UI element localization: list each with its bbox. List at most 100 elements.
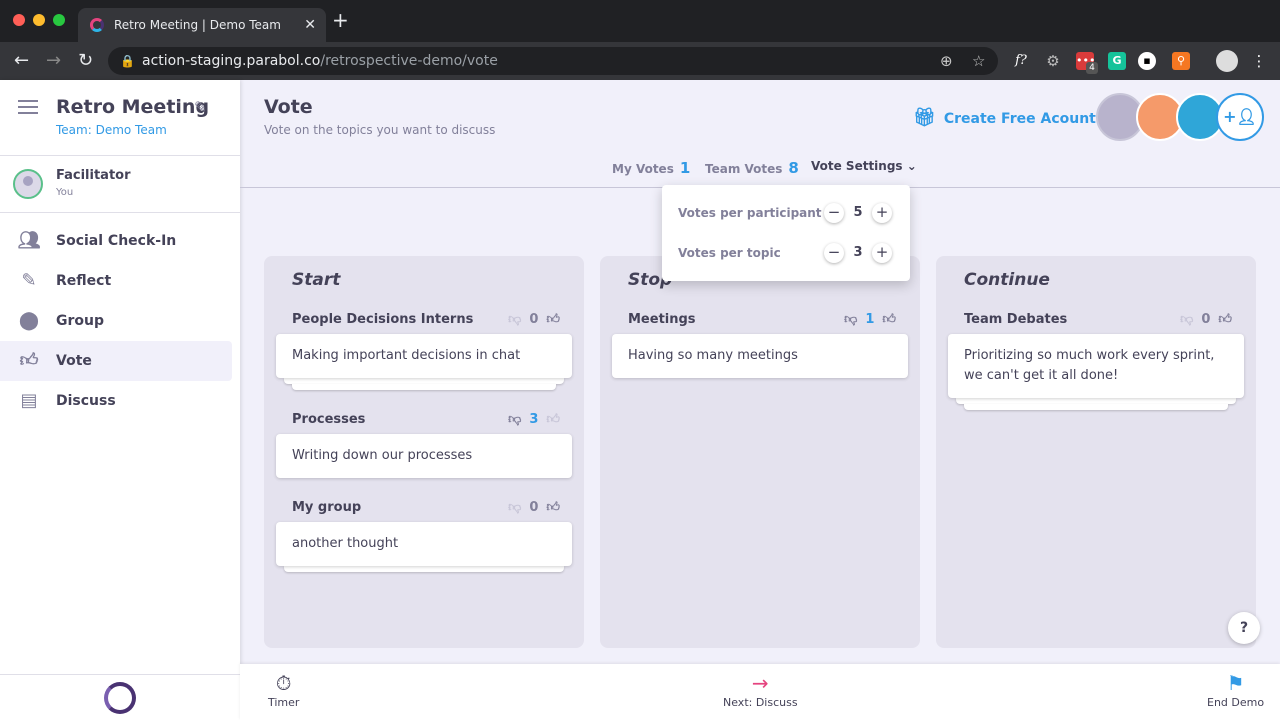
reflection-group: Team Debates 👎︎ 0 👍︎ Prioritizing so much … — [948, 306, 1244, 410]
card-text: Writing down our processes — [292, 448, 473, 463]
browser-toolbar: ← → ↻ 🔒 action-staging.parabol.co/retros… — [0, 42, 1280, 80]
close-tab-icon[interactable]: ✕ — [304, 8, 316, 42]
group-title: My group — [292, 500, 362, 515]
forward-icon[interactable]: → — [46, 50, 61, 71]
sidebar-item-label: Reflect — [56, 273, 112, 289]
thumbs-down-icon[interactable]: 👎︎ — [508, 494, 521, 522]
votes-per-topic-label: Votes per topic — [678, 246, 781, 260]
my-votes-count: 1 — [679, 159, 691, 177]
sidebar-item-label: Group — [56, 313, 105, 329]
sidebar-item-reflect[interactable]: ✎ Reflect — [0, 261, 232, 301]
vote-count: 3 — [529, 412, 539, 427]
reflection-card[interactable]: another thought — [276, 522, 572, 566]
divider — [0, 674, 240, 675]
pencil-icon: ✎ — [21, 270, 37, 291]
lock-icon: 🔒 — [120, 54, 135, 68]
close-window-button[interactable] — [13, 14, 25, 26]
votes-per-topic-value: 3 — [853, 245, 863, 260]
url-path: /retrospective-demo/vote — [320, 53, 498, 69]
thumbs-up-icon[interactable]: 👍︎ — [882, 306, 896, 334]
meeting-title: Retro Meeting — [56, 96, 210, 118]
my-votes-label: My Votes — [612, 162, 674, 176]
column-stop: Stop Meetings 👎︎ 1 👍︎ Having so many meeti… — [600, 256, 920, 648]
extension-f-icon[interactable]: f? — [1012, 52, 1030, 70]
create-account-button[interactable]: 🎁︎ Create Free Acount — [913, 107, 1096, 128]
vote-settings-toggle[interactable]: Vote Settings ⌄ — [811, 159, 917, 173]
team-votes-count: 8 — [788, 159, 799, 177]
chat-icon: ▤ — [20, 390, 38, 411]
end-demo-button[interactable]: ⚑ End Demo — [1207, 670, 1264, 709]
sidebar-item-vote[interactable]: 👍︎ Vote — [0, 341, 232, 381]
grammarly-icon[interactable]: G — [1108, 52, 1126, 70]
thumbs-down-icon[interactable]: 👎︎ — [508, 406, 521, 434]
sidebar-item-label: Vote — [56, 353, 92, 369]
sidebar-item-social-check-in[interactable]: 👥︎ Social Check-In — [0, 221, 232, 261]
sidebar-item-group[interactable]: ⬤ Group — [0, 301, 232, 341]
decrease-participant-votes-button[interactable]: − — [824, 203, 844, 223]
end-label: End Demo — [1207, 696, 1265, 709]
timer-label: Timer — [268, 696, 300, 709]
page-title: Vote — [264, 96, 313, 118]
menu-icon[interactable] — [18, 100, 38, 114]
team-link[interactable]: Team: Demo Team — [56, 123, 167, 137]
add-user-button[interactable]: +👤︎ — [1216, 93, 1264, 141]
browser-tab-bar: Retro Meeting | Demo Team ✕ + — [0, 0, 1280, 42]
chevron-down-icon: ⌄ — [906, 159, 917, 173]
back-icon[interactable]: ← — [14, 50, 29, 71]
reflection-group: Meetings 👎︎ 1 👍︎ Having so many meetings — [612, 306, 908, 378]
group-title: Processes — [292, 412, 366, 427]
thumbs-down-icon[interactable]: 👎︎ — [508, 306, 521, 334]
new-tab-button[interactable]: + — [332, 8, 349, 32]
reflection-card[interactable]: Making important decisions in chat — [276, 334, 572, 378]
gear-extension-icon[interactable]: ⚙ — [1044, 52, 1062, 70]
help-button[interactable]: ? — [1228, 612, 1260, 644]
arrow-right-icon: → — [751, 671, 769, 695]
page-subtitle: Vote on the topics you want to discuss — [264, 123, 496, 137]
browser-tab[interactable]: Retro Meeting | Demo Team ✕ — [78, 8, 326, 42]
thumbs-up-icon[interactable]: 👍︎ — [546, 494, 560, 522]
sidebar-item-discuss[interactable]: ▤ Discuss — [0, 381, 232, 421]
thumbs-down-icon[interactable]: 👎︎ — [844, 306, 857, 334]
facilitator-avatar — [13, 169, 43, 199]
url-host: action-staging.parabol.co — [142, 53, 321, 69]
gift-icon: 🎁︎ — [913, 107, 936, 128]
star-icon[interactable]: ☆ — [972, 47, 985, 75]
decrease-topic-votes-button[interactable]: − — [824, 243, 844, 263]
reflection-group: My group 👎︎ 0 👍︎ another thought — [276, 494, 572, 572]
thumbs-down-icon[interactable]: 👎︎ — [1180, 306, 1193, 334]
thumbs-up-icon[interactable]: 👍︎ — [1218, 306, 1232, 334]
reflection-group: People Decisions Interns 👎︎ 0 👍︎ Making im… — [276, 306, 572, 390]
timer-button[interactable]: ⏱︎ Timer — [268, 670, 299, 709]
menu-kebab-icon[interactable]: ⋮ — [1250, 52, 1268, 70]
card-text: Prioritizing so much work every sprint, … — [964, 348, 1215, 383]
next-label: Next: Discuss — [723, 696, 798, 709]
vote-count: 0 — [1201, 312, 1211, 327]
extension-video-icon[interactable]: ▪ — [1138, 52, 1156, 70]
reflection-card[interactable]: Having so many meetings — [612, 334, 908, 378]
thumbs-up-icon[interactable]: 👍︎ — [546, 406, 560, 434]
increase-participant-votes-button[interactable]: + — [872, 203, 892, 223]
hubspot-icon[interactable]: ⚲ — [1172, 52, 1190, 70]
address-bar[interactable]: 🔒 action-staging.parabol.co/retrospectiv… — [108, 47, 998, 75]
stacked-card — [964, 404, 1228, 410]
reload-icon[interactable]: ↻ — [78, 50, 93, 71]
divider — [0, 155, 240, 156]
increase-topic-votes-button[interactable]: + — [872, 243, 892, 263]
minimize-window-button[interactable] — [33, 14, 45, 26]
edit-icon[interactable]: ✎ — [194, 98, 207, 116]
team-votes-label: Team Votes — [705, 162, 783, 176]
reflection-group: Processes 👎︎ 3 👍︎ Writing down our process… — [276, 406, 572, 478]
card-text: Making important decisions in chat — [292, 348, 521, 363]
create-account-label: Create Free Acount — [943, 111, 1096, 127]
maximize-window-button[interactable] — [53, 14, 65, 26]
group-title: Team Debates — [964, 312, 1068, 327]
parabol-logo — [104, 682, 136, 714]
reflection-card[interactable]: Writing down our processes — [276, 434, 572, 478]
thumbs-up-icon[interactable]: 👍︎ — [546, 306, 560, 334]
profile-avatar[interactable] — [1216, 50, 1238, 72]
next-discuss-button[interactable]: → Next: Discuss — [723, 670, 798, 709]
sidebar-item-label: Discuss — [56, 393, 116, 409]
vote-settings-label: Vote Settings — [811, 159, 903, 173]
add-icon[interactable]: ⊕ — [940, 47, 953, 75]
reflection-card[interactable]: Prioritizing so much work every sprint, … — [948, 334, 1244, 398]
